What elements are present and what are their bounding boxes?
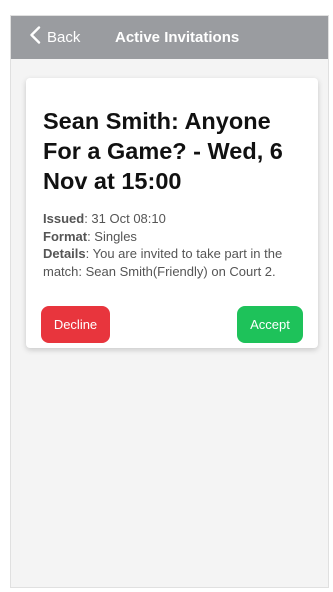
format-value: : Singles <box>87 228 137 244</box>
decline-button[interactable]: Decline <box>41 306 110 343</box>
format-label: Format <box>43 228 88 244</box>
page-title: Active Invitations <box>115 29 240 46</box>
back-label: Back <box>47 29 81 46</box>
back-button[interactable]: Back <box>29 16 80 59</box>
issued-value: : 31 Oct 08:10 <box>84 211 166 226</box>
details-row: Details: You are invited to take part in… <box>43 245 308 280</box>
invitation-card: Sean Smith: Anyone For a Game? - Wed, 6 … <box>26 78 318 348</box>
issued-row: Issued: 31 Oct 08:10 <box>43 210 308 228</box>
invitation-details: Issued: 31 Oct 08:10 Format: Singles Det… <box>43 210 308 280</box>
invitation-title: Sean Smith: Anyone For a Game? - Wed, 6 … <box>43 108 283 194</box>
nav-bar: Back Active Invitations <box>11 16 328 59</box>
details-label: Details <box>43 246 86 261</box>
chevron-left-icon <box>29 26 47 49</box>
format-row: Format: Singles <box>43 228 308 246</box>
accept-button[interactable]: Accept <box>237 306 303 343</box>
issued-label: Issued <box>43 211 85 226</box>
app-screen: Back Active Invitations Sean Smith: Anyo… <box>10 15 329 588</box>
